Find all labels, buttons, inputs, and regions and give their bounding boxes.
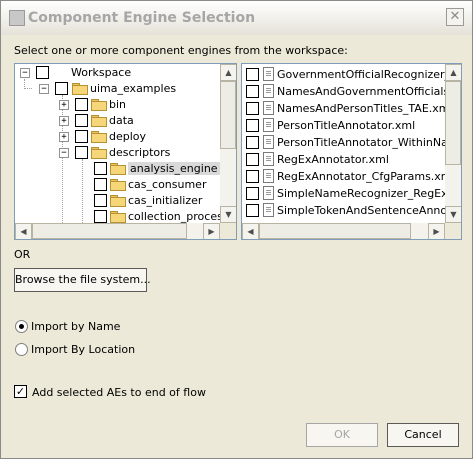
folder-icon xyxy=(110,179,126,191)
scroll-up-icon[interactable]: ▲ xyxy=(220,64,236,81)
file-name: GovernmentOfficialRecognizer_Re xyxy=(277,68,462,81)
import-by-name-label[interactable]: Import by Name xyxy=(31,320,120,333)
close-button[interactable]: ✕ xyxy=(446,8,464,26)
scroll-right-icon[interactable]: ▶ xyxy=(203,223,220,239)
file-name: NamesAndGovernmentOfficials_TA xyxy=(277,85,462,98)
file-checkbox[interactable] xyxy=(246,153,259,166)
expand-icon[interactable]: + xyxy=(59,132,69,142)
file-checkbox[interactable] xyxy=(246,187,259,200)
tree-checkbox[interactable] xyxy=(94,162,107,175)
tree-item-label: descriptors xyxy=(109,146,171,159)
import-by-name-radio[interactable] xyxy=(15,320,28,333)
scroll-down-icon[interactable]: ▼ xyxy=(220,206,236,223)
file-name: SimpleTokenAndSentenceAnnotato xyxy=(277,204,462,217)
scroll-left-icon[interactable]: ◀ xyxy=(15,223,32,239)
app-icon xyxy=(9,10,25,26)
collapse-icon[interactable]: − xyxy=(39,84,49,94)
tree-checkbox[interactable] xyxy=(75,130,88,143)
folder-open-icon xyxy=(72,83,88,95)
xml-file-icon xyxy=(263,152,274,166)
folder-icon xyxy=(91,131,107,143)
close-icon: ✕ xyxy=(449,9,461,24)
cancel-button[interactable]: Cancel xyxy=(387,423,459,447)
tree-item-label: Workspace xyxy=(71,66,132,79)
tree-checkbox[interactable] xyxy=(94,178,107,191)
folder-icon xyxy=(91,99,107,111)
collapse-icon[interactable]: − xyxy=(59,148,69,158)
file-checkbox[interactable] xyxy=(246,119,259,132)
tree-item-label: data xyxy=(109,114,134,127)
workspace-tree[interactable]: − Workspace − uima_examples + bin + data… xyxy=(14,63,237,240)
file-name: SimpleNameRecognizer_RegEx_TA xyxy=(277,187,462,200)
import-by-location-radio[interactable] xyxy=(15,343,28,356)
xml-file-icon xyxy=(263,203,274,217)
tree-checkbox[interactable] xyxy=(94,194,107,207)
browse-file-system-button[interactable]: Browse the file system... xyxy=(14,268,151,292)
xml-file-icon xyxy=(263,67,274,81)
scroll-up-icon[interactable]: ▲ xyxy=(445,64,461,81)
folder-open-icon xyxy=(110,163,126,175)
xml-file-icon xyxy=(263,186,274,200)
file-name: NamesAndPersonTitles_TAE.xml xyxy=(277,102,453,115)
scroll-thumb[interactable] xyxy=(259,223,411,239)
file-checkbox[interactable] xyxy=(246,136,259,149)
add-to-flow-checkbox[interactable]: ✓ xyxy=(14,385,27,398)
folder-icon xyxy=(91,115,107,127)
tree-checkbox[interactable] xyxy=(94,210,107,223)
xml-file-icon xyxy=(263,169,274,183)
descriptor-file-list[interactable]: GovernmentOfficialRecognizer_Re NamesAnd… xyxy=(241,63,462,240)
scroll-corner xyxy=(445,223,461,239)
scroll-thumb[interactable] xyxy=(220,81,236,149)
dialog-title: Component Engine Selection xyxy=(28,10,256,26)
xml-file-icon xyxy=(263,101,274,115)
or-label: OR xyxy=(14,248,31,261)
tree-checkbox[interactable] xyxy=(75,98,88,111)
expand-icon[interactable]: + xyxy=(59,100,69,110)
file-name: RegExAnnotator_CfgParams.xml xyxy=(277,170,455,183)
file-checkbox[interactable] xyxy=(246,204,259,217)
scroll-left-icon[interactable]: ◀ xyxy=(242,223,259,239)
files-horizontal-scrollbar[interactable]: ◀ ▶ xyxy=(242,223,445,239)
tree-item-label: uima_examples xyxy=(90,82,177,95)
tree-checkbox[interactable] xyxy=(75,146,88,159)
tree-vertical-scrollbar[interactable]: ▲ ▼ xyxy=(220,64,236,223)
dialog-window: Component Engine Selection ✕ Select one … xyxy=(0,0,473,459)
tree-horizontal-scrollbar[interactable]: ◀ ▶ xyxy=(15,223,220,239)
tree-checkbox[interactable] xyxy=(55,82,68,95)
import-by-location-label[interactable]: Import By Location xyxy=(31,343,135,356)
title-bar[interactable]: Component Engine Selection ✕ xyxy=(1,1,472,35)
scroll-right-icon[interactable]: ▶ xyxy=(428,223,445,239)
tree-item-label: cas_consumer xyxy=(128,178,207,191)
file-checkbox[interactable] xyxy=(246,102,259,115)
scroll-thumb[interactable] xyxy=(445,81,461,165)
scroll-thumb[interactable] xyxy=(32,223,187,239)
instruction-text: Select one or more component engines fro… xyxy=(14,44,348,57)
tree-checkbox[interactable] xyxy=(36,66,49,79)
xml-file-icon xyxy=(263,118,274,132)
file-name: RegExAnnotator.xml xyxy=(277,153,389,166)
tree-item-label: cas_initializer xyxy=(128,194,203,207)
file-name: PersonTitleAnnotator_WithinName xyxy=(277,136,462,149)
collapse-icon[interactable]: − xyxy=(20,68,30,78)
tree-item-label: deploy xyxy=(109,130,147,143)
ok-button[interactable]: OK xyxy=(306,423,378,447)
file-checkbox[interactable] xyxy=(246,85,259,98)
tree-item-label: bin xyxy=(109,98,127,111)
folder-icon xyxy=(110,211,126,223)
add-to-flow-label[interactable]: Add selected AEs to end of flow xyxy=(32,386,206,399)
expand-icon[interactable]: + xyxy=(59,116,69,126)
tree-item-label: analysis_engine xyxy=(128,162,220,175)
folder-open-icon xyxy=(91,147,107,159)
files-vertical-scrollbar[interactable]: ▲ ▼ xyxy=(445,64,461,223)
file-name: PersonTitleAnnotator.xml xyxy=(277,119,416,132)
file-checkbox[interactable] xyxy=(246,68,259,81)
scroll-down-icon[interactable]: ▼ xyxy=(445,206,461,223)
xml-file-icon xyxy=(263,84,274,98)
folder-icon xyxy=(110,195,126,207)
scroll-corner xyxy=(220,223,236,239)
tree-item-label: collection_process xyxy=(128,210,229,223)
file-checkbox[interactable] xyxy=(246,170,259,183)
xml-file-icon xyxy=(263,135,274,149)
tree-checkbox[interactable] xyxy=(75,114,88,127)
